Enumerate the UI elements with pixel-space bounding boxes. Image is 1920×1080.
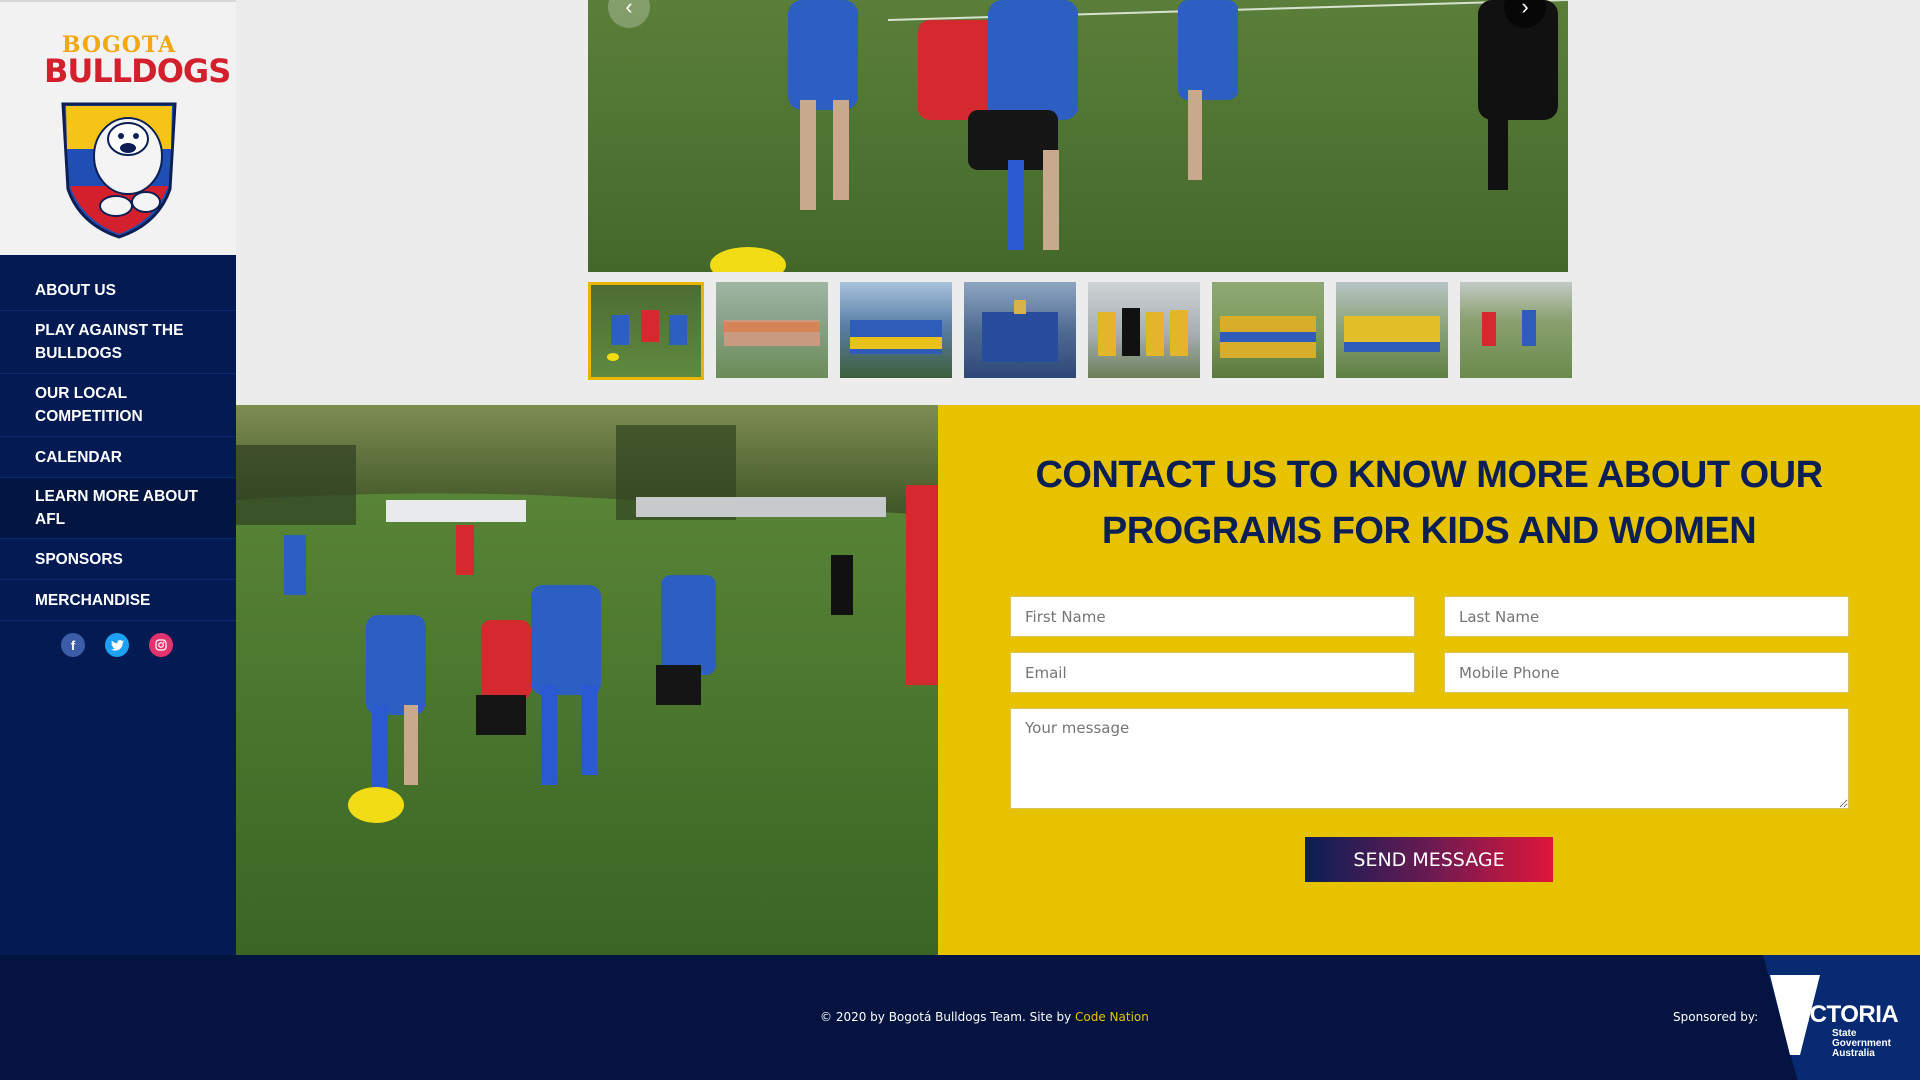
social-links: f <box>61 633 173 657</box>
last-name-input[interactable] <box>1444 596 1849 637</box>
send-message-button[interactable]: SEND MESSAGE <box>1305 837 1553 882</box>
copyright-label: © 2020 by Bogotá Bulldogs Team. Site by <box>820 1010 1075 1024</box>
thumbnail-3[interactable] <box>840 282 952 378</box>
message-textarea[interactable] <box>1010 708 1849 809</box>
thumbnail-4[interactable] <box>964 282 1076 378</box>
logo-area: BOGOTA BULLDOGS <box>0 0 236 255</box>
nav-item-local-competition[interactable]: OUR LOCAL COMPETITION <box>0 374 236 437</box>
copyright-text: © 2020 by Bogotá Bulldogs Team. Site by … <box>820 1010 1149 1024</box>
email-input[interactable] <box>1010 652 1415 693</box>
team-match-photo <box>236 405 938 955</box>
sponsor-line-australia: Australia <box>1832 1048 1875 1059</box>
thumbnail-2[interactable] <box>716 282 828 378</box>
thumbnail-1[interactable] <box>588 282 704 380</box>
nav-item-play-against[interactable]: PLAY AGAINST THE BULLDOGS <box>0 311 236 374</box>
contact-title: CONTACT US TO KNOW MORE ABOUT OUR PROGRA… <box>1035 454 1823 552</box>
code-nation-link[interactable]: Code Nation <box>1075 1010 1149 1024</box>
gallery-main-photo[interactable]: ‹ › <box>588 0 1568 272</box>
thumbnail-6[interactable] <box>1212 282 1324 378</box>
nav-item-learn-afl[interactable]: LEARN MORE ABOUT AFL <box>0 478 236 539</box>
victoria-sponsor-subtitle: State Government Australia <box>1832 1029 1891 1059</box>
bulldog-shield-icon <box>61 102 177 239</box>
nav-item-merchandise[interactable]: MERCHANDISE <box>0 580 236 621</box>
facebook-icon[interactable]: f <box>61 633 85 657</box>
football-match-photo <box>588 0 1568 272</box>
thumbnail-7[interactable] <box>1336 282 1448 378</box>
thumbnail-8[interactable] <box>1460 282 1572 378</box>
main-nav: ABOUT US PLAY AGAINST THE BULLDOGS OUR L… <box>0 270 236 621</box>
thumbnail-5[interactable] <box>1088 282 1200 378</box>
victoria-sponsor-logo[interactable]: VICTORIA <box>1788 1001 1899 1029</box>
nav-item-about-us[interactable]: ABOUT US <box>0 270 236 311</box>
nav-item-calendar[interactable]: CALENDAR <box>0 437 236 478</box>
gallery-thumbnails <box>588 282 1572 380</box>
footer: © 2020 by Bogotá Bulldogs Team. Site by … <box>0 955 1920 1080</box>
contact-section: CONTACT US TO KNOW MORE ABOUT OUR PROGRA… <box>938 405 1920 955</box>
first-name-input[interactable] <box>1010 596 1415 637</box>
logo-text-main: BULLDOGS <box>44 52 231 90</box>
twitter-icon[interactable] <box>105 633 129 657</box>
mobile-phone-input[interactable] <box>1444 652 1849 693</box>
nav-item-sponsors[interactable]: SPONSORS <box>0 539 236 580</box>
sponsored-by-label: Sponsored by: <box>1673 1010 1759 1024</box>
sidebar: BOGOTA BULLDOGS ABOUT US PLAY AGAINST TH… <box>0 0 236 955</box>
instagram-icon[interactable] <box>149 633 173 657</box>
